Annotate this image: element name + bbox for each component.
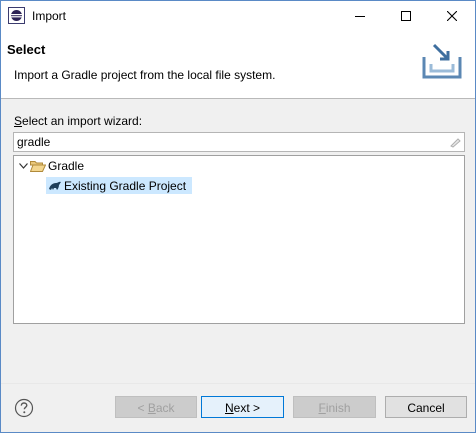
cancel-button[interactable]: Cancel bbox=[385, 396, 467, 418]
tree-item-label: Existing Gradle Project bbox=[64, 178, 187, 193]
import-dialog: Import Select Import a Gradle project fr… bbox=[0, 0, 476, 433]
tree-item-existing-gradle-project[interactable]: Existing Gradle Project bbox=[46, 177, 192, 194]
page-description: Import a Gradle project from the local f… bbox=[14, 68, 276, 82]
back-button[interactable]: < Back bbox=[115, 396, 197, 418]
eclipse-app-icon bbox=[8, 7, 25, 24]
window-title: Import bbox=[32, 9, 67, 23]
title-bar[interactable]: Import bbox=[1, 1, 475, 31]
gradle-elephant-icon bbox=[46, 177, 64, 194]
wizard-banner: Select Import a Gradle project from the … bbox=[1, 31, 475, 99]
tree-node-gradle[interactable]: Gradle bbox=[16, 157, 136, 174]
tree-category-label: Gradle bbox=[48, 158, 85, 173]
finish-button[interactable]: Finish bbox=[293, 396, 376, 418]
wizard-filter-box bbox=[13, 132, 465, 152]
import-banner-icon bbox=[420, 41, 464, 84]
footer-divider bbox=[1, 383, 475, 384]
minimize-button[interactable] bbox=[337, 1, 383, 31]
close-icon bbox=[447, 11, 457, 21]
folder-open-icon bbox=[30, 157, 48, 174]
next-button[interactable]: Next > bbox=[201, 396, 284, 418]
select-wizard-label: Select an import wizard: bbox=[14, 114, 143, 128]
maximize-button[interactable] bbox=[383, 1, 429, 31]
clear-filter-icon[interactable] bbox=[449, 136, 461, 151]
help-icon[interactable] bbox=[14, 398, 34, 421]
wizard-tree[interactable]: Gradle Existing Gradle Project bbox=[13, 155, 465, 324]
page-title: Select bbox=[7, 42, 46, 57]
close-button[interactable] bbox=[429, 1, 475, 31]
expand-arrow-icon[interactable] bbox=[16, 157, 30, 174]
maximize-icon bbox=[401, 11, 411, 21]
wizard-filter-input[interactable] bbox=[14, 133, 447, 151]
minimize-icon bbox=[355, 16, 365, 17]
